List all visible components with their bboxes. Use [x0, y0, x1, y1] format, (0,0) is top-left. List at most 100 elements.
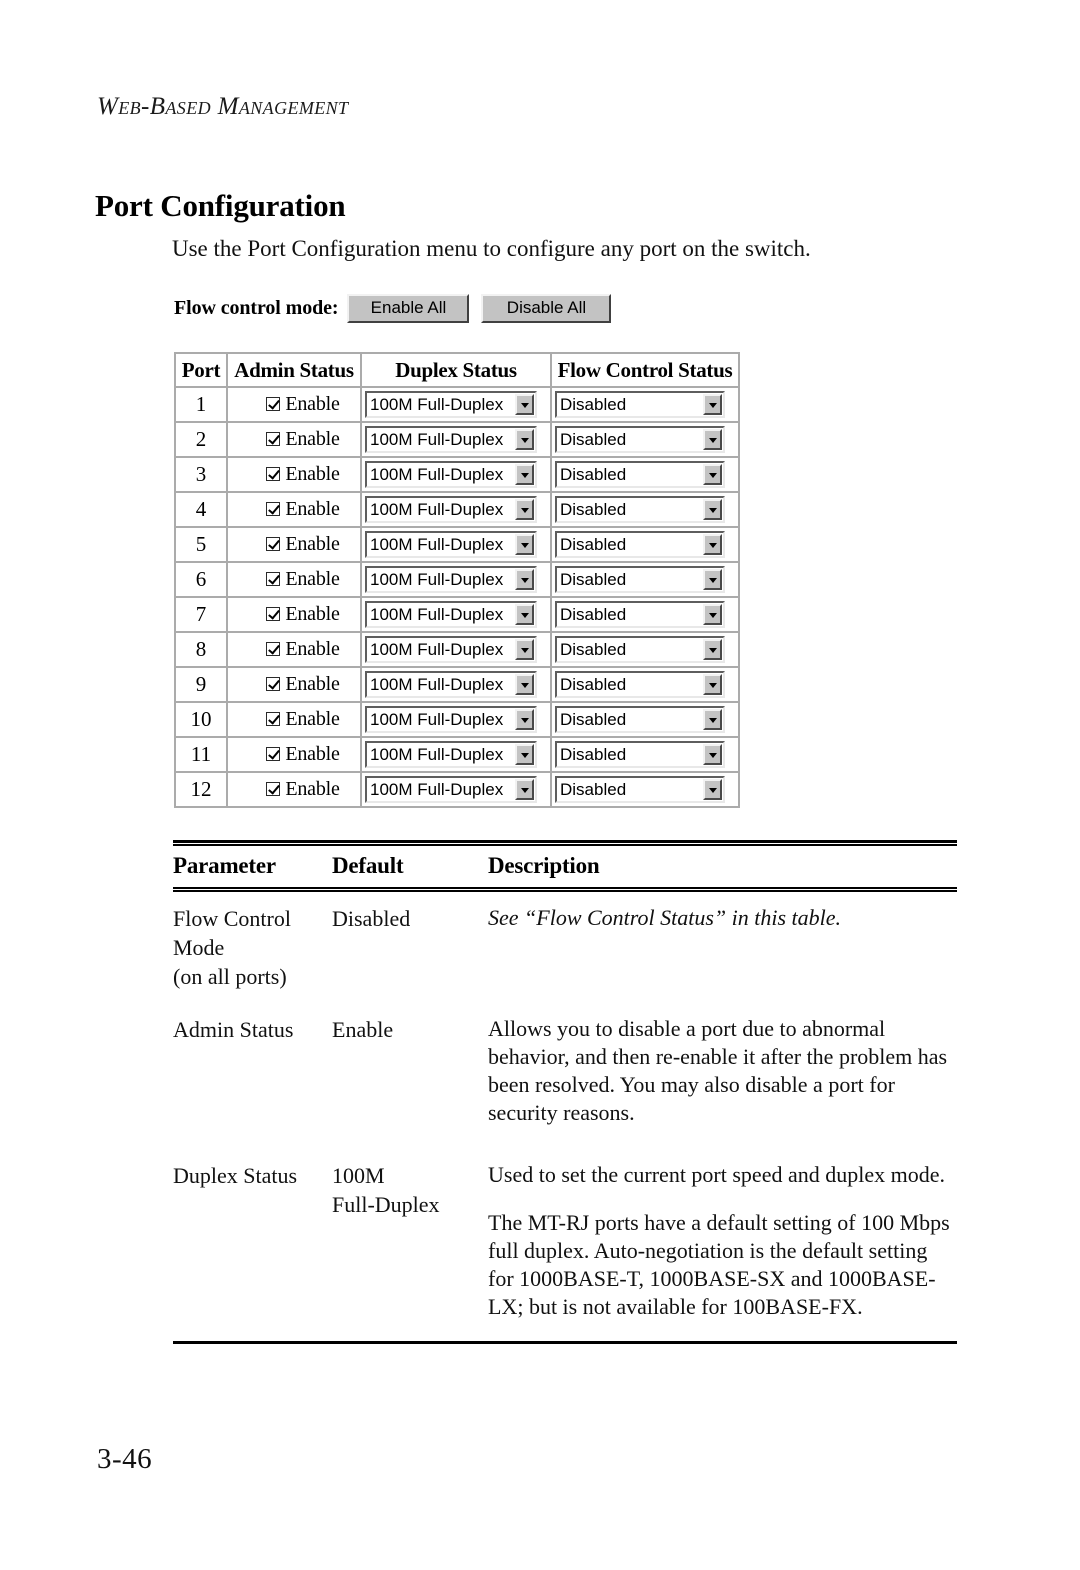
checkmark-icon[interactable]	[266, 572, 281, 586]
chevron-down-icon[interactable]	[703, 569, 722, 590]
duplex-status-select-value: 100M Full-Duplex	[370, 710, 504, 729]
admin-status-label: Enable	[285, 777, 340, 800]
checkmark-icon[interactable]	[266, 677, 281, 691]
flow-control-status-select[interactable]: Disabled	[555, 706, 725, 733]
table-header-row: Port Admin Status Duplex Status Flow Con…	[174, 352, 740, 388]
chevron-down-icon[interactable]	[703, 604, 722, 625]
enable-all-button[interactable]: Enable All	[347, 294, 470, 323]
parameter-default-cell: Enable	[332, 1015, 488, 1127]
duplex-status-select[interactable]: 100M Full-Duplex	[365, 671, 537, 698]
duplex-status-select-value: 100M Full-Duplex	[370, 570, 504, 589]
duplex-status-select[interactable]: 100M Full-Duplex	[365, 741, 537, 768]
chevron-down-icon[interactable]	[515, 604, 534, 625]
admin-status-cell: Enable	[228, 633, 362, 668]
chevron-down-icon[interactable]	[515, 744, 534, 765]
parameter-description-paragraph: Allows you to disable a port due to abno…	[488, 1016, 948, 1125]
table-row: 11 Enable 100M Full-Duplex Disabled	[174, 738, 740, 773]
duplex-status-select[interactable]: 100M Full-Duplex	[365, 566, 537, 593]
chevron-down-icon[interactable]	[515, 499, 534, 520]
admin-status-checkbox[interactable]: Enable	[266, 533, 340, 556]
chevron-down-icon[interactable]	[515, 674, 534, 695]
admin-status-checkbox[interactable]: Enable	[266, 603, 340, 626]
admin-status-label: Enable	[285, 742, 340, 765]
flow-control-status-select[interactable]: Disabled	[555, 426, 725, 453]
chevron-down-icon[interactable]	[703, 464, 722, 485]
flow-control-status-select-value: Disabled	[560, 605, 627, 624]
chevron-down-icon[interactable]	[703, 779, 722, 800]
admin-status-checkbox[interactable]: Enable	[266, 393, 340, 416]
flow-control-status-select-value: Disabled	[560, 640, 627, 659]
duplex-status-select[interactable]: 100M Full-Duplex	[365, 706, 537, 733]
parameter-table-header-row: Parameter Default Description	[173, 846, 957, 887]
chevron-down-icon[interactable]	[703, 674, 722, 695]
flow-control-status-select[interactable]: Disabled	[555, 601, 725, 628]
chevron-down-icon[interactable]	[515, 429, 534, 450]
checkmark-icon[interactable]	[266, 432, 281, 446]
admin-status-checkbox[interactable]: Enable	[266, 742, 340, 766]
admin-status-checkbox[interactable]: Enable	[266, 498, 340, 521]
flow-control-status-select[interactable]: Disabled	[555, 741, 725, 768]
chevron-down-icon[interactable]	[515, 639, 534, 660]
duplex-status-select[interactable]: 100M Full-Duplex	[365, 461, 537, 488]
chevron-down-icon[interactable]	[515, 464, 534, 485]
checkmark-icon[interactable]	[266, 397, 281, 411]
parameter-reference-table: Parameter Default Description Flow Contr…	[173, 840, 957, 1344]
parameter-description-cell: See “Flow Control Status” in this table.	[488, 904, 957, 991]
chevron-down-icon[interactable]	[703, 744, 722, 765]
admin-status-checkbox[interactable]: Enable	[266, 428, 340, 451]
checkmark-icon[interactable]	[266, 537, 281, 551]
duplex-status-cell: 100M Full-Duplex	[362, 493, 552, 528]
chevron-down-icon[interactable]	[515, 569, 534, 590]
admin-status-checkbox[interactable]: Enable	[266, 463, 340, 486]
flow-control-status-select-value: Disabled	[560, 570, 627, 589]
checkmark-icon[interactable]	[266, 502, 281, 516]
chevron-down-icon[interactable]	[703, 394, 722, 415]
chevron-down-icon[interactable]	[703, 534, 722, 555]
flow-control-status-select[interactable]: Disabled	[555, 531, 725, 558]
admin-status-checkbox[interactable]: Enable	[266, 673, 340, 696]
admin-status-cell: Enable	[228, 528, 362, 563]
port-number-cell: 5	[174, 528, 228, 563]
chevron-down-icon[interactable]	[703, 429, 722, 450]
checkmark-icon[interactable]	[266, 467, 281, 481]
table-row: 9 Enable 100M Full-Duplex Disabled	[174, 668, 740, 703]
checkmark-icon[interactable]	[266, 712, 281, 726]
flow-control-status-select[interactable]: Disabled	[555, 496, 725, 523]
duplex-status-select[interactable]: 100M Full-Duplex	[365, 776, 537, 803]
chevron-down-icon[interactable]	[515, 709, 534, 730]
flow-control-status-select[interactable]: Disabled	[555, 671, 725, 698]
checkmark-icon[interactable]	[266, 607, 281, 621]
admin-status-checkbox[interactable]: Enable	[266, 777, 340, 801]
checkmark-icon[interactable]	[266, 642, 281, 656]
admin-status-checkbox[interactable]: Enable	[266, 708, 340, 731]
parameter-description-paragraph: See “Flow Control Status” in this table.	[488, 905, 842, 930]
duplex-status-select[interactable]: 100M Full-Duplex	[365, 426, 537, 453]
table-row: 2 Enable 100M Full-Duplex Disabled	[174, 423, 740, 458]
flow-control-status-select[interactable]: Disabled	[555, 776, 725, 803]
table-row: 6 Enable 100M Full-Duplex Disabled	[174, 563, 740, 598]
flow-control-status-select[interactable]: Disabled	[555, 461, 725, 488]
duplex-status-select[interactable]: 100M Full-Duplex	[365, 391, 537, 418]
duplex-status-select[interactable]: 100M Full-Duplex	[365, 601, 537, 628]
duplex-status-select[interactable]: 100M Full-Duplex	[365, 531, 537, 558]
column-header-parameter: Parameter	[173, 853, 276, 878]
admin-status-checkbox[interactable]: Enable	[266, 568, 340, 591]
chevron-down-icon[interactable]	[703, 499, 722, 520]
flow-control-status-select[interactable]: Disabled	[555, 636, 725, 663]
chevron-down-icon[interactable]	[515, 534, 534, 555]
chevron-down-icon[interactable]	[515, 394, 534, 415]
checkmark-icon[interactable]	[266, 747, 281, 761]
chevron-down-icon[interactable]	[703, 639, 722, 660]
duplex-status-select[interactable]: 100M Full-Duplex	[365, 636, 537, 663]
chevron-down-icon[interactable]	[703, 709, 722, 730]
duplex-status-cell: 100M Full-Duplex	[362, 668, 552, 703]
disable-all-button[interactable]: Disable All	[481, 294, 612, 323]
duplex-status-select[interactable]: 100M Full-Duplex	[365, 496, 537, 523]
parameter-name-cell: Duplex Status	[173, 1161, 332, 1321]
admin-status-checkbox[interactable]: Enable	[266, 638, 340, 661]
chevron-down-icon[interactable]	[515, 779, 534, 800]
flow-control-status-select[interactable]: Disabled	[555, 391, 725, 418]
admin-status-cell: Enable	[228, 738, 362, 773]
flow-control-status-select[interactable]: Disabled	[555, 566, 725, 593]
checkmark-icon[interactable]	[266, 782, 281, 796]
